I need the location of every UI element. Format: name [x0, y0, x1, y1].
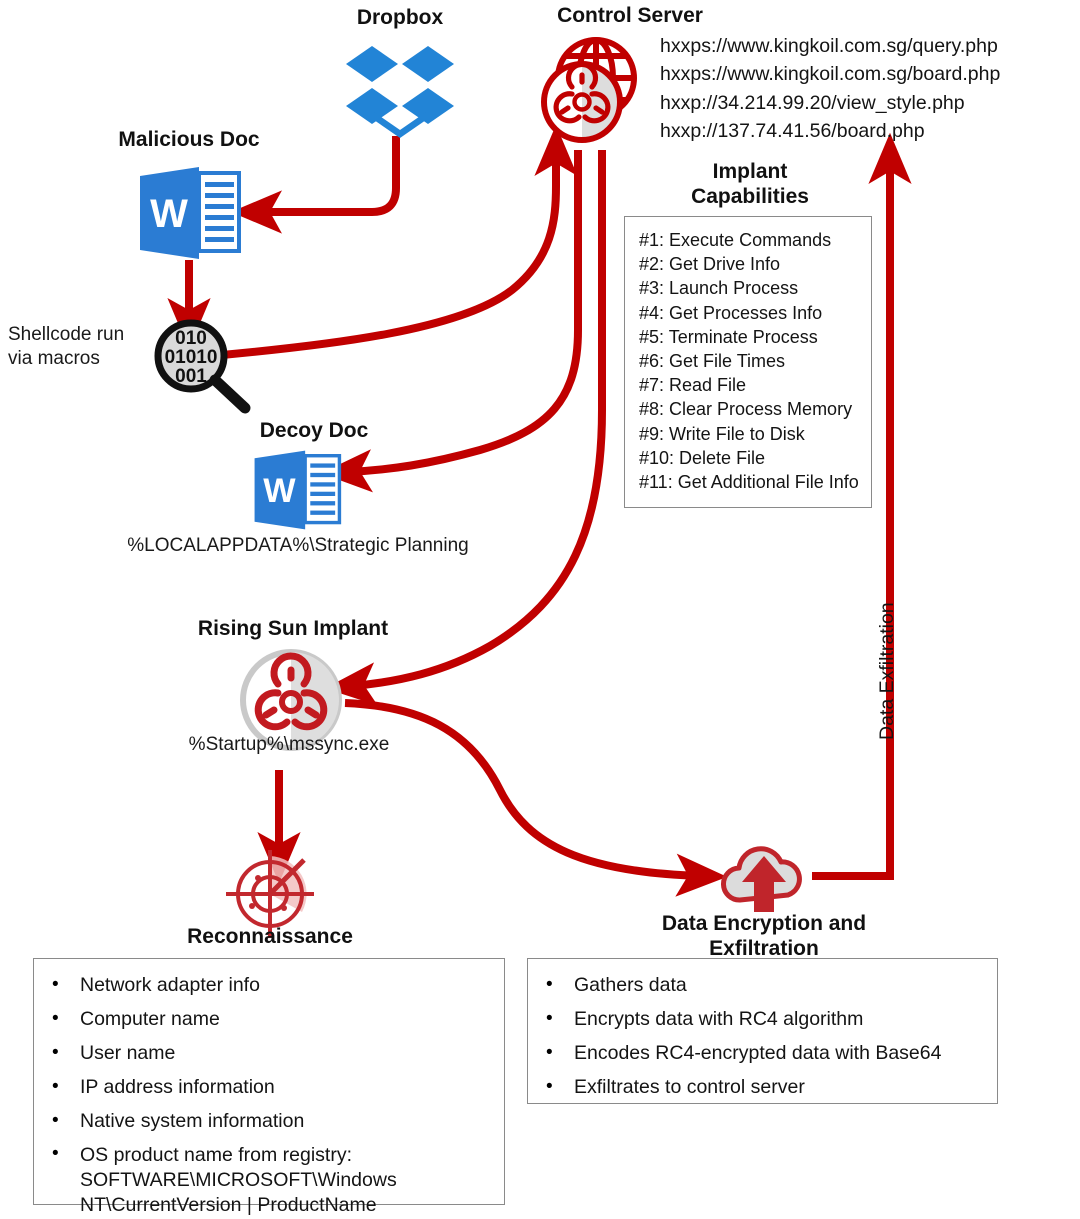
list-item: Encodes RC4-encrypted data with Base64	[546, 1040, 987, 1067]
rising-sun-implant-path: %Startup%\mssync.exe	[188, 734, 390, 755]
reconnaissance-details-box: Network adapter info Computer name User …	[33, 958, 505, 1216]
capability-item: #6: Get File Times	[639, 351, 786, 372]
word-document-icon: W	[137, 167, 242, 259]
attack-chain-diagram: Dropbox Control Server hxxps://www.kingk…	[0, 0, 1080, 1219]
list-item: Gathers data	[546, 972, 987, 999]
list-item: Native system information	[52, 1108, 494, 1135]
svg-text:W: W	[150, 192, 188, 236]
list-item: Exfiltrates to control server	[546, 1074, 987, 1101]
arrow-control-server-to-rising-sun	[324, 150, 606, 706]
shellcode-label-line1: Shellcode run	[8, 324, 125, 345]
decoy-doc-path: %LOCALAPPDATA%\Strategic Planning	[127, 535, 469, 556]
control-server-url-list: hxxps://www.kingkoil.com.sg/query.php hx…	[660, 32, 1000, 145]
control-server-url: hxxp://34.214.99.20/view_style.php	[660, 91, 965, 114]
binary-row: 001	[175, 366, 207, 387]
capability-item: #11: Get Additional File Info	[639, 472, 859, 493]
control-server-url: hxxps://www.kingkoil.com.sg/board.php	[660, 63, 1001, 86]
list-item: Encrypts data with RC4 algorithm	[546, 1006, 987, 1033]
binary-row: 010	[175, 328, 207, 349]
malicious-doc-label: Malicious Doc	[118, 128, 260, 151]
dropbox-label: Dropbox	[356, 6, 444, 29]
cloud-upload-icon	[714, 838, 814, 914]
capability-item: #8: Clear Process Memory	[639, 399, 853, 420]
binary-magnifier-icon: 010 01010 001	[153, 318, 255, 414]
exfil-label-line1: Data Encryption and	[661, 912, 867, 935]
list-item: User name	[52, 1040, 494, 1067]
control-server-label: Control Server	[557, 4, 703, 27]
dropbox-logo-icon	[344, 42, 456, 138]
shellcode-label-line2: via macros	[8, 347, 100, 369]
capability-item: #7: Read File	[639, 375, 747, 396]
reconnaissance-label: Reconnaissance	[187, 925, 353, 948]
capability-item: #9: Write File to Disk	[639, 423, 805, 444]
list-item: Network adapter info	[52, 972, 494, 999]
decoy-doc-label: Decoy Doc	[259, 419, 369, 442]
capability-item: #4: Get Processes Info	[639, 302, 823, 323]
capability-item: #5: Terminate Process	[639, 326, 818, 347]
exfiltration-details-list: Gathers data Encrypts data with RC4 algo…	[528, 959, 997, 1121]
shellcode-label: Shellcode run via macros	[8, 323, 158, 371]
arrow-shellcode-to-control-server	[221, 124, 578, 359]
list-item: IP address information	[52, 1074, 494, 1101]
capability-item: #10: Delete File	[639, 447, 766, 468]
word-document-icon: W	[252, 450, 342, 530]
exfiltration-details-box: Gathers data Encrypts data with RC4 algo…	[527, 958, 998, 1104]
reconnaissance-details-list: Network adapter info Computer name User …	[34, 959, 504, 1219]
implant-capabilities-list: #1: Execute Commands #2: Get Drive Info …	[625, 217, 871, 505]
globe-biohazard-icon	[534, 30, 646, 148]
implant-capabilities-heading-line1: Implant	[712, 160, 788, 183]
data-exfiltration-label: Data Exfiltration	[876, 602, 898, 740]
implant-capabilities-heading-line2: Capabilities	[691, 184, 809, 208]
control-server-url: hxxp://137.74.41.56/board.php	[660, 120, 925, 143]
control-server-url: hxxps://www.kingkoil.com.sg/query.php	[660, 35, 998, 57]
binary-row: 01010	[165, 347, 218, 368]
list-item: OS product name from registry: SOFTWARE\…	[52, 1142, 494, 1219]
capability-item: #2: Get Drive Info	[639, 254, 781, 275]
implant-capabilities-heading: Implant Capabilities	[628, 160, 872, 210]
capability-item: #3: Launch Process	[639, 278, 799, 299]
rising-sun-implant-label: Rising Sun Implant	[197, 617, 389, 640]
implant-capabilities-box: #1: Execute Commands #2: Get Drive Info …	[624, 216, 872, 508]
svg-text:W: W	[263, 472, 296, 510]
exfil-label: Data Encryption and Exfiltration	[640, 912, 888, 962]
arrow-rising-sun-to-exfil-cloud	[344, 699, 728, 897]
list-item: Computer name	[52, 1006, 494, 1033]
capability-item: #1: Execute Commands	[639, 230, 832, 250]
